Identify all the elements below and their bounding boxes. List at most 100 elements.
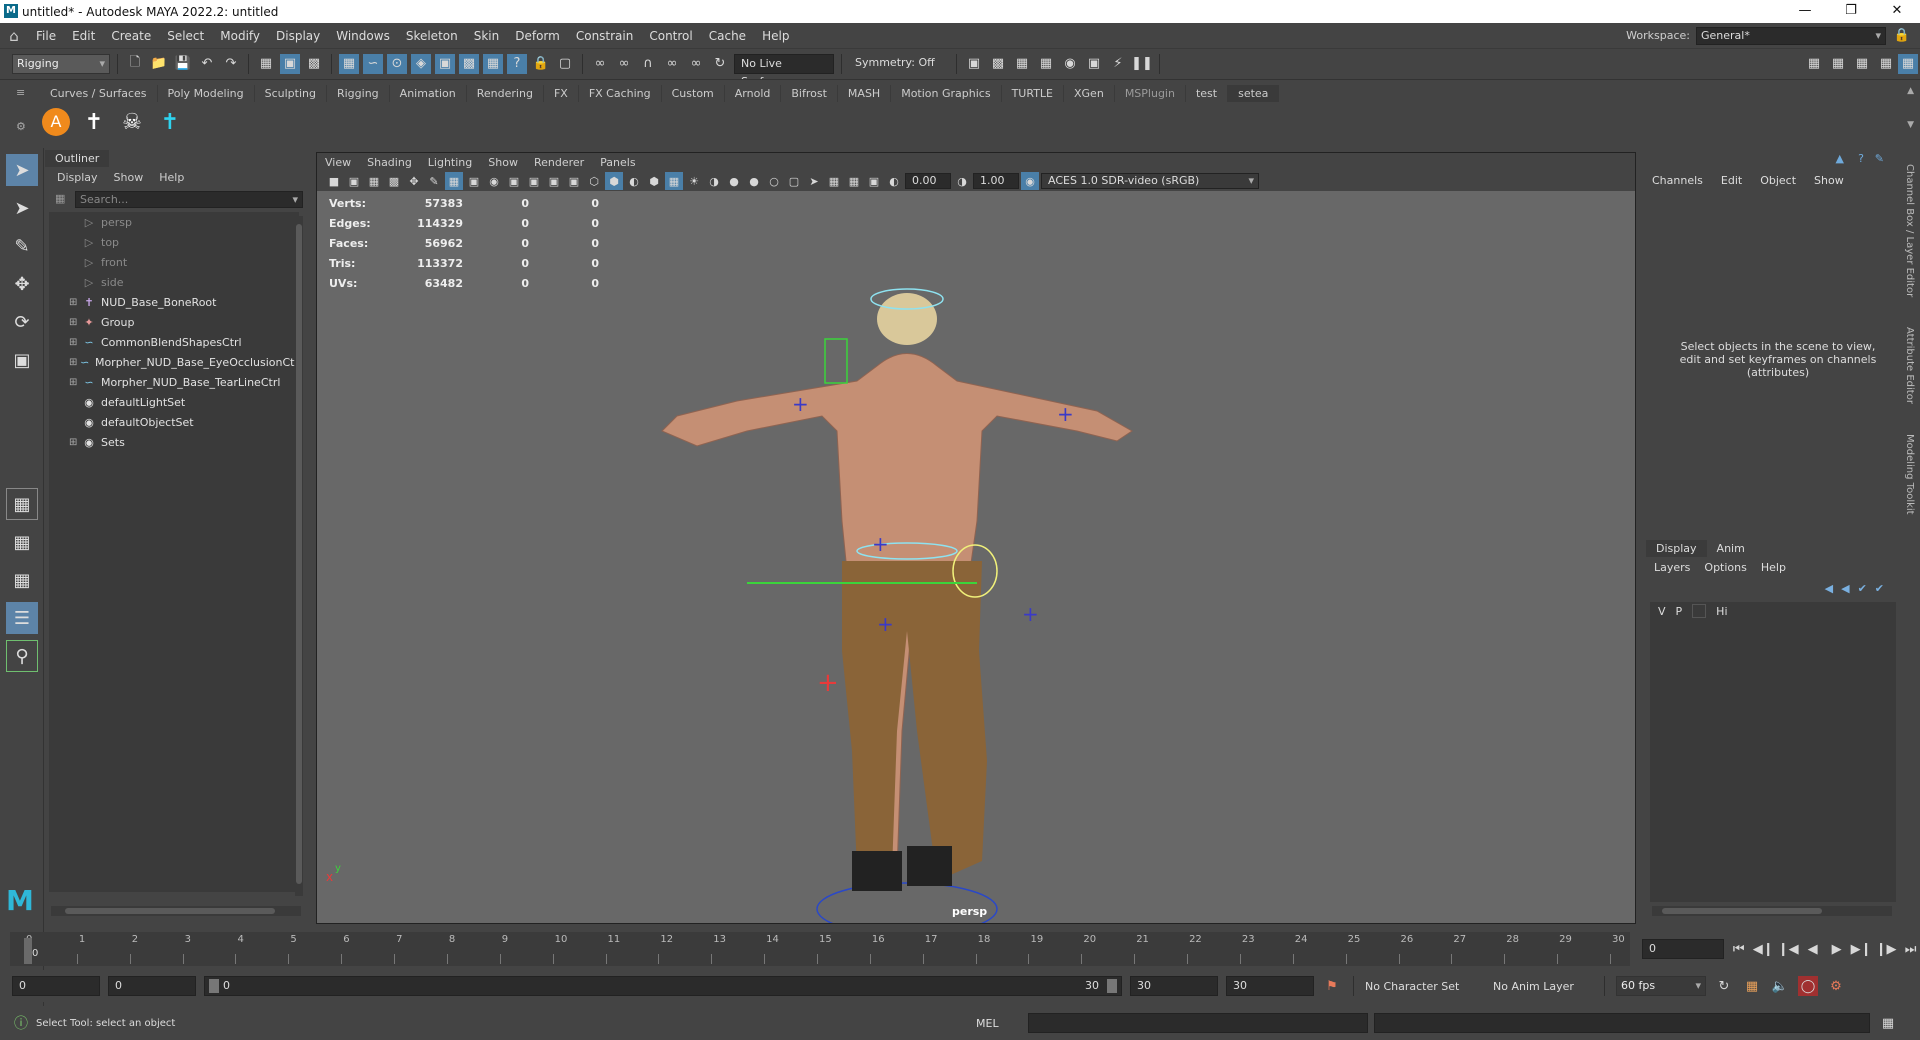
film-gate-icon[interactable]: ▣ — [465, 172, 483, 190]
menu-select[interactable]: Select — [159, 29, 212, 43]
lasso-icon[interactable]: ∞ — [590, 54, 610, 74]
menu-cache[interactable]: Cache — [701, 29, 754, 43]
gamma-field[interactable]: 1.00 — [973, 173, 1019, 189]
side-tab-attribute-editor[interactable]: Attribute Editor — [1904, 327, 1915, 404]
menu-deform[interactable]: Deform — [507, 29, 568, 43]
anim-layer-select[interactable]: No Anim Layer — [1493, 980, 1593, 993]
cache-playback-icon[interactable]: ▦ — [1742, 976, 1762, 996]
outliner-item-sets[interactable]: ⊞ ◉ Sets — [49, 432, 299, 452]
wireframe-icon[interactable]: ⬡ — [585, 172, 603, 190]
antialias-icon[interactable]: ○ — [765, 172, 783, 190]
layer-color-swatch[interactable] — [1692, 604, 1707, 618]
live-surface-field[interactable]: No Live Surface — [734, 53, 834, 88]
outliner-horizontal-scrollbar[interactable] — [51, 906, 301, 916]
attribute-editor-icon[interactable]: ▦ — [1828, 54, 1848, 74]
shelf-scroll-down-icon[interactable]: ▼ — [1907, 120, 1914, 130]
motion-blur-icon[interactable]: ● — [745, 172, 763, 190]
gate-mask-icon[interactable]: ▣ — [505, 172, 523, 190]
outliner-menu-display[interactable]: Display — [57, 171, 98, 184]
outliner-item-persp[interactable]: ▷ persp — [49, 212, 299, 232]
search-icon[interactable]: ⚲ — [6, 640, 38, 672]
show-menu[interactable]: Show — [1814, 174, 1844, 187]
layer-tab-display[interactable]: Display — [1646, 540, 1707, 557]
go-to-start-icon[interactable]: ⏮ — [1729, 939, 1748, 959]
isolate-select-icon[interactable]: ➤ — [805, 172, 823, 190]
field-chart-icon[interactable]: ▣ — [525, 172, 543, 190]
step-forward-frame-icon[interactable]: ▶❙ — [1851, 939, 1872, 959]
loop-icon[interactable]: ↻ — [1714, 976, 1734, 996]
smooth-shade-icon[interactable]: ⬢ — [605, 172, 623, 190]
shelf-menu-icon[interactable]: ≡ — [16, 86, 25, 99]
expand-icon[interactable]: ⊞ — [69, 437, 81, 448]
snap-live-icon[interactable]: ▩ — [459, 53, 479, 74]
move-tool-icon[interactable]: ✥ — [6, 268, 38, 300]
menu-help[interactable]: Help — [754, 29, 797, 43]
viewport-menu-show[interactable]: Show — [488, 156, 518, 169]
render-current-icon[interactable]: ▩ — [988, 54, 1008, 74]
object-menu[interactable]: Object — [1760, 174, 1796, 187]
color-management-icon[interactable]: ◉ — [1021, 172, 1039, 190]
arnold-ipr-icon[interactable]: ⚡ — [1108, 54, 1128, 74]
lock-icon[interactable]: 🔒 — [1892, 26, 1912, 46]
outliner-vertical-scrollbar[interactable] — [295, 216, 303, 896]
go-to-end-icon[interactable]: ⏭ — [1901, 939, 1920, 959]
snap-grid-icon[interactable]: ▦ — [339, 53, 359, 74]
edit-menu[interactable]: Edit — [1721, 174, 1742, 187]
filter-icon[interactable]: ▦ — [55, 192, 65, 205]
outliner-item-side[interactable]: ▷ side — [49, 272, 299, 292]
lock-icon[interactable]: 🔒 — [531, 54, 551, 74]
layer-tab-anim[interactable]: Anim — [1707, 540, 1755, 557]
viewport-panel[interactable]: View Shading Lighting Show Renderer Pane… — [316, 152, 1636, 924]
shelf-scroll-up-icon[interactable]: ▲ — [1907, 86, 1914, 96]
biped-icon[interactable]: ✝ — [78, 106, 110, 138]
shelf-tab-curves-surfaces[interactable]: Curves / Surfaces — [40, 85, 158, 102]
outliner-item-default-light-set[interactable]: ◉ defaultLightSet — [49, 392, 299, 412]
sound-icon[interactable]: 🔈 — [1770, 976, 1790, 996]
layer-editor-icon[interactable]: ▦ — [1898, 53, 1918, 74]
select-hierarchy-icon[interactable]: ▦ — [256, 54, 276, 74]
help-menu[interactable]: Help — [1761, 561, 1786, 574]
viewport-menu-lighting[interactable]: Lighting — [428, 156, 472, 169]
channel-box-help-icon[interactable]: ? — [1858, 152, 1864, 165]
new-scene-icon[interactable]: 🗋 — [125, 54, 145, 74]
outliner-menu-show[interactable]: Show — [114, 171, 144, 184]
joint-tool-icon[interactable]: ✝ — [154, 106, 186, 138]
shelf-tab-animation[interactable]: Animation — [390, 85, 467, 102]
grid-icon[interactable]: ▦ — [445, 172, 463, 190]
new-layer-selected-icon[interactable]: ✔ — [1858, 582, 1867, 595]
camera-select-icon[interactable]: ■ — [325, 172, 343, 190]
viewport-menu-renderer[interactable]: Renderer — [534, 156, 584, 169]
single-view-icon[interactable]: ▦ — [6, 488, 38, 520]
outliner-item-eye-occlusion-ctrl[interactable]: ⊞ ∽ Morpher_NUD_Base_EyeOcclusionCtr — [49, 352, 299, 372]
select-component-icon[interactable]: ▩ — [304, 54, 324, 74]
skull-icon[interactable]: ☠ — [116, 106, 148, 138]
image-plane-icon[interactable]: ▩ — [385, 172, 403, 190]
lights-icon[interactable]: ☀ — [685, 172, 703, 190]
menu-file[interactable]: File — [28, 29, 64, 43]
gamma-icon[interactable]: ◑ — [953, 172, 971, 190]
snap-view-plane-icon[interactable]: ▣ — [435, 53, 455, 74]
outliner-item-blendshapes-ctrl[interactable]: ⊞ ∽ CommonBlendShapesCtrl — [49, 332, 299, 352]
outliner-item-top[interactable]: ▷ top — [49, 232, 299, 252]
menu-skin[interactable]: Skin — [466, 29, 508, 43]
snap-curve-icon[interactable]: ∽ — [363, 53, 383, 74]
ambient-occlusion-icon[interactable]: ● — [725, 172, 743, 190]
shelf-tab-turtle[interactable]: TURTLE — [1002, 85, 1064, 102]
menu-skeleton[interactable]: Skeleton — [398, 29, 466, 43]
channels-menu[interactable]: Channels — [1652, 174, 1703, 187]
outliner-item-front[interactable]: ▷ front — [49, 252, 299, 272]
menu-control[interactable]: Control — [641, 29, 700, 43]
outliner-menu-help[interactable]: Help — [159, 171, 184, 184]
textured-icon[interactable]: ⬢ — [645, 172, 663, 190]
camera-attrs-icon[interactable]: ▣ — [345, 172, 363, 190]
shelf-tab-xgen[interactable]: XGen — [1064, 85, 1115, 102]
expand-icon[interactable]: ⊞ — [69, 297, 81, 308]
anim-end-field[interactable]: 30 — [1226, 976, 1314, 996]
character-rig-scene[interactable]: + + + + + + x y — [317, 191, 1635, 923]
snap-misc-icon[interactable]: ▦ — [483, 53, 503, 74]
two-view-icon[interactable]: ▦ — [6, 564, 38, 596]
shelf-tab-msplugin[interactable]: MSPlugin — [1115, 85, 1186, 102]
home-icon[interactable]: ⌂ — [0, 27, 28, 45]
side-tab-channel-box[interactable]: Channel Box / Layer Editor — [1904, 164, 1915, 297]
script-language-toggle[interactable]: MEL — [976, 1017, 1028, 1030]
